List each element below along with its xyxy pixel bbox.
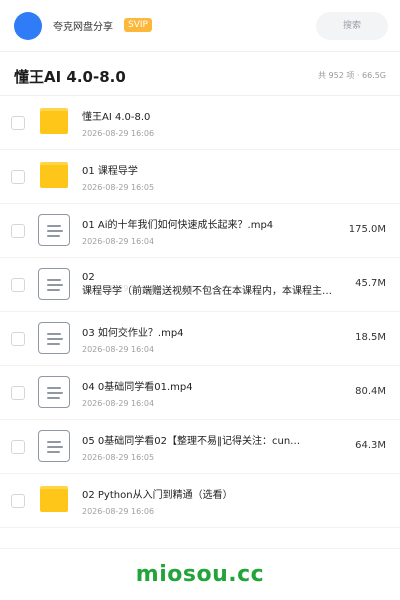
file-name: 01 Ai的十年我们如何快速成长起来？.mp4 xyxy=(82,220,274,231)
file-row[interactable]: 2026-08-29 16:04 02 课程导学（前端赠送视频不包含在本课程内，… xyxy=(0,258,400,312)
folder-icon xyxy=(38,484,70,516)
file-row[interactable]: 05 0基础同学看02【整理不易‖记得关注：cun… 2026-08-29 16… xyxy=(0,420,400,474)
file-row[interactable]: 02 Python从入门到精通（选看） 2026-08-29 16:06 xyxy=(0,474,400,528)
file-size: 18.5M xyxy=(355,332,386,343)
row-checkbox[interactable] xyxy=(11,224,25,238)
file-date: 2026-08-29 16:05 xyxy=(82,183,155,192)
row-checkbox[interactable] xyxy=(11,116,25,130)
row-checkbox[interactable] xyxy=(11,386,25,400)
file-size: 45.7M xyxy=(355,278,386,289)
file-row[interactable]: 04 0基础同学看01.mp4 2026-08-29 16:04 80.4M xyxy=(0,366,400,420)
file-date: 2026-08-29 16:04 xyxy=(82,345,155,354)
file-date: 2026-08-29 16:04 xyxy=(82,399,155,408)
file-list: 懂王AI 4.0-8.0 2026-08-29 16:06 01 课程导学 20… xyxy=(0,96,400,528)
row-checkbox[interactable] xyxy=(11,494,25,508)
file-size: 175.0M xyxy=(348,224,386,235)
file-name: 03 如何交作业？.mp4 xyxy=(82,328,184,339)
row-checkbox[interactable] xyxy=(11,170,25,184)
document-icon xyxy=(38,214,70,246)
file-name: 01 课程导学 xyxy=(82,166,138,177)
file-row[interactable]: 懂王AI 4.0-8.0 2026-08-29 16:06 xyxy=(0,96,400,150)
item-summary: 共 952 项 · 66.5G xyxy=(318,71,386,80)
watermark: miosou.cc xyxy=(135,562,265,587)
file-name-line1: 02 xyxy=(82,272,95,283)
row-checkbox[interactable] xyxy=(11,278,25,292)
file-row[interactable]: 01 课程导学 2026-08-29 16:05 xyxy=(0,150,400,204)
document-icon xyxy=(38,376,70,408)
avatar[interactable] xyxy=(14,12,42,40)
file-name: 05 0基础同学看02【整理不易‖记得关注：cun… xyxy=(82,436,301,447)
svip-badge: SVIP xyxy=(124,18,152,32)
row-checkbox[interactable] xyxy=(11,440,25,454)
file-name: 04 0基础同学看01.mp4 xyxy=(82,382,193,393)
document-icon xyxy=(38,430,70,462)
row-checkbox[interactable] xyxy=(11,332,25,346)
folder-icon xyxy=(38,160,70,192)
document-icon xyxy=(38,268,70,300)
file-date: 2026-08-29 16:06 xyxy=(82,507,155,516)
file-date: 2026-08-29 16:05 xyxy=(82,453,155,462)
file-date: 2026-08-29 16:04 xyxy=(82,237,155,246)
file-row[interactable]: 01 Ai的十年我们如何快速成长起来？.mp4 2026-08-29 16:04… xyxy=(0,204,400,258)
folder-icon xyxy=(38,106,70,138)
document-icon xyxy=(38,322,70,354)
search-input[interactable]: 搜索 xyxy=(316,12,388,40)
file-name: 02 课程导学（前端赠送视频不包含在本课程内，本课程主要讲AI）.mp4 xyxy=(82,271,337,301)
share-source-name: 夸克网盘分享 xyxy=(53,22,113,33)
file-size: 64.3M xyxy=(355,440,386,451)
file-size: 80.4M xyxy=(355,386,386,397)
file-row[interactable]: 03 如何交作业？.mp4 2026-08-29 16:04 18.5M xyxy=(0,312,400,366)
file-date: 2026-08-29 16:06 xyxy=(82,129,155,138)
header: 夸克网盘分享 SVIP 搜索 xyxy=(0,0,400,52)
page-title: 懂王AI 4.0-8.0 xyxy=(14,68,126,86)
file-name: 懂王AI 4.0-8.0 xyxy=(82,112,151,123)
file-name-line2: 课程导学（前端赠送视频不包含在本课程内，本课程主要讲AI）.mp4 xyxy=(82,286,337,297)
file-name: 02 Python从入门到精通（选看） xyxy=(82,490,233,501)
title-bar: 懂王AI 4.0-8.0 共 952 项 · 66.5G xyxy=(0,52,400,96)
